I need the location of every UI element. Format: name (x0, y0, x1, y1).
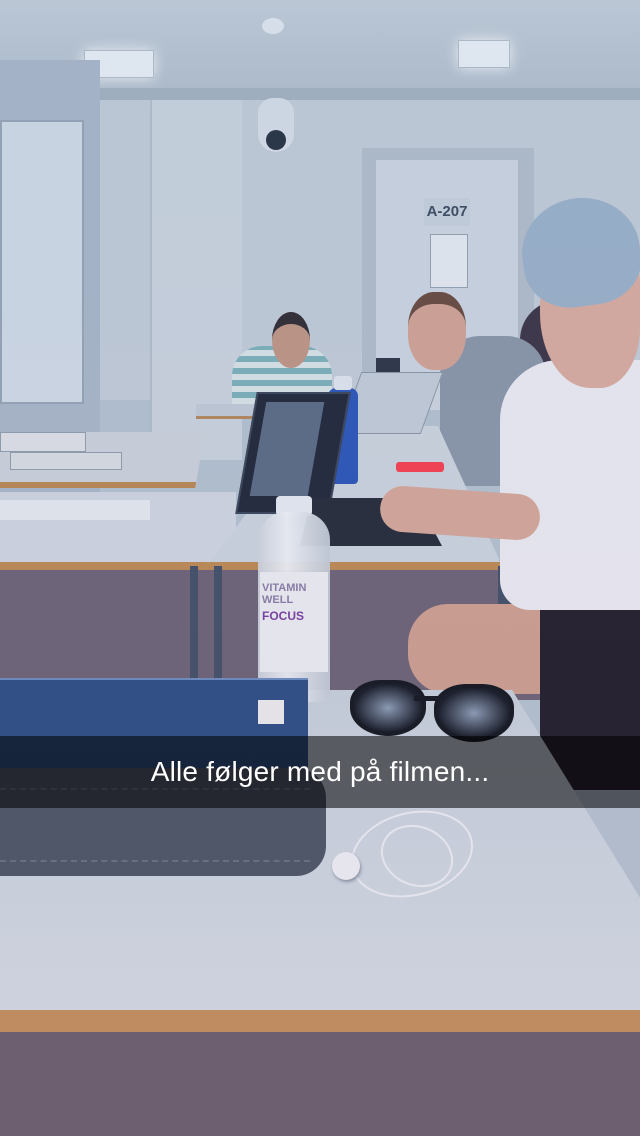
desk-leg (190, 566, 198, 686)
photo-scene: A-207 VITAMIN WELL FOCUS (0, 0, 640, 1136)
smoke-detector (262, 18, 284, 34)
snap-caption-bar: Alle følger med på filmen... (0, 736, 640, 808)
ceiling-light (458, 40, 510, 68)
desk-leg (214, 566, 222, 686)
bottle-brand-line1: VITAMIN (262, 582, 307, 594)
binder-sticker (258, 700, 284, 724)
door-notice (430, 234, 468, 288)
sunglasses-lens-right (434, 684, 514, 742)
student-back-row-head (272, 312, 310, 368)
books (10, 452, 122, 470)
desk-front-underside (0, 1032, 640, 1136)
sunglasses-bridge (414, 696, 438, 701)
books (0, 432, 86, 452)
camera-lens (266, 130, 286, 150)
student-grey-shirt-head (408, 292, 466, 370)
bottle-cap (334, 376, 352, 390)
bottle-brand-line2: WELL (262, 594, 294, 606)
snap-caption-text: Alle følger med på filmen... (150, 756, 490, 787)
red-phone (396, 462, 444, 472)
student-white-hoodie (500, 360, 640, 610)
bottle-product-name: FOCUS (262, 609, 304, 623)
earbud (332, 852, 360, 880)
paper-sheet (0, 500, 150, 520)
door-room-number: A-207 (424, 198, 470, 226)
bottle-brand: VITAMIN WELL (262, 582, 326, 606)
whiteboard (0, 120, 84, 404)
student-legs (408, 604, 548, 694)
sunglasses-lens-left (350, 680, 426, 736)
